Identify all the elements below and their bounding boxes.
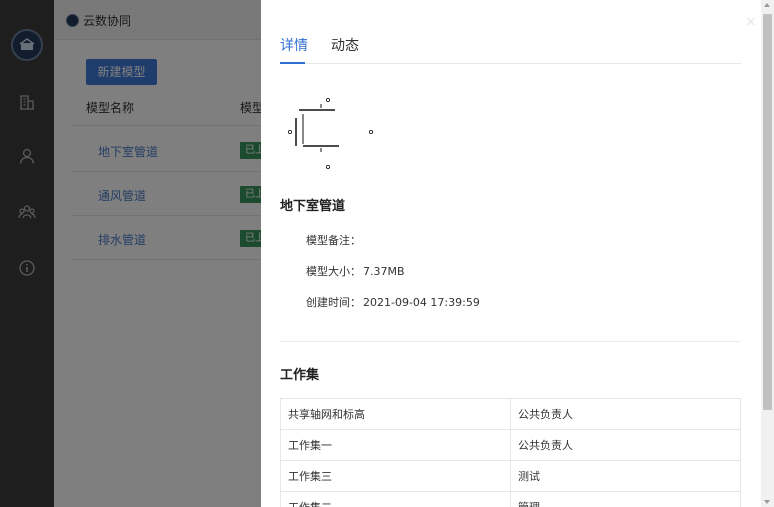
workset-owner: 公共负责人 — [510, 429, 741, 461]
info-size: 模型大小： 7.37MB — [306, 263, 405, 279]
info-value: 2021-09-04 17:39:59 — [363, 296, 480, 309]
close-icon[interactable]: × — [745, 14, 757, 30]
info-value: 7.37MB — [363, 265, 405, 278]
workset-owner: 测试 — [510, 460, 741, 492]
workset-name: 工作集一 — [280, 429, 511, 461]
scroll-down-arrow-icon[interactable] — [764, 500, 770, 504]
table-row: 工作集三 测试 — [280, 460, 741, 492]
tab-activity[interactable]: 动态 — [331, 35, 359, 55]
workset-name: 工作集三 — [280, 460, 511, 492]
table-row: 工作集二 管理 — [280, 491, 741, 507]
workset-owner: 管理 — [510, 491, 741, 507]
scrollbar-thumb[interactable] — [763, 14, 772, 410]
table-row: 工作集一 公共负责人 — [280, 429, 741, 461]
info-created-time: 创建时间： 2021-09-04 17:39:59 — [306, 294, 480, 310]
info-label: 模型备注： — [306, 234, 361, 247]
scrollbar[interactable] — [761, 0, 774, 507]
model-title: 地下室管道 — [280, 199, 346, 214]
section-divider — [280, 341, 741, 342]
workset-name: 共享轴网和标高 — [280, 398, 511, 430]
table-row: 共享轴网和标高 公共负责人 — [280, 398, 741, 430]
scroll-up-arrow-icon[interactable] — [764, 3, 770, 7]
workset-title: 工作集 — [280, 368, 320, 383]
workset-table: 共享轴网和标高 公共负责人 工作集一 公共负责人 工作集三 测试 工作集二 管理 — [280, 398, 741, 507]
tab-details[interactable]: 详情 — [280, 35, 308, 55]
model-detail-drawer: × 详情 动态 地下室管道 模型备注： 模型大小： 7.37MB 创建时间： 202… — [261, 0, 761, 507]
info-label: 创建时间： — [306, 296, 361, 309]
info-remark: 模型备注： — [306, 232, 363, 248]
drawer-tabs: 详情 动态 — [280, 0, 741, 64]
workset-owner: 公共负责人 — [510, 398, 741, 430]
workset-name: 工作集二 — [280, 491, 511, 507]
info-label: 模型大小： — [306, 265, 361, 278]
model-thumbnail — [288, 98, 374, 170]
active-tab-indicator — [280, 62, 305, 64]
